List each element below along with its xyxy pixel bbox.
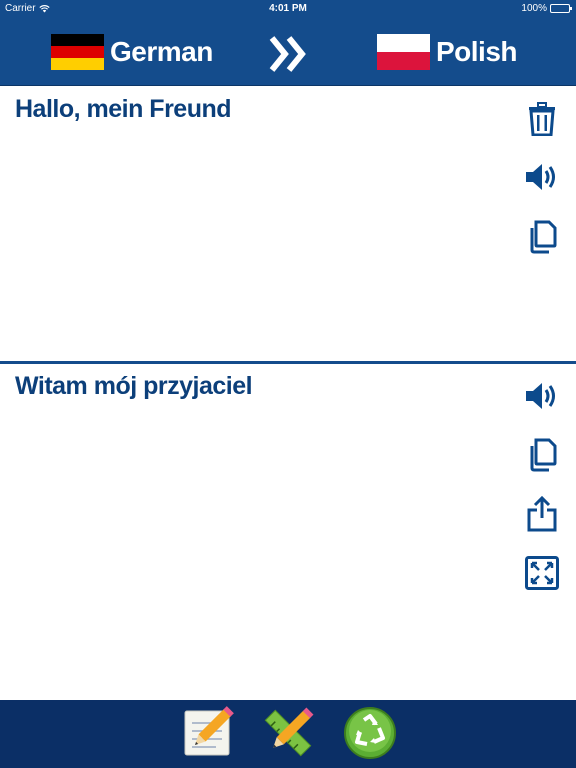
polish-flag-icon — [377, 34, 430, 70]
fullscreen-icon — [525, 556, 559, 590]
speak-target-button[interactable] — [524, 378, 560, 414]
copy-icon — [530, 220, 557, 254]
trash-icon — [529, 102, 555, 136]
speaker-icon — [526, 383, 555, 409]
flag-stripe — [51, 34, 104, 46]
copy-target-button[interactable] — [524, 437, 560, 473]
battery-percent: 100% — [521, 3, 547, 14]
battery-icon — [550, 4, 572, 13]
source-text-panel[interactable]: Hallo, mein Freund — [0, 87, 576, 361]
share-icon — [527, 496, 557, 532]
status-time: 4:01 PM — [269, 3, 307, 14]
source-language-label: German — [110, 36, 213, 67]
delete-button[interactable] — [524, 101, 560, 137]
source-text[interactable]: Hallo, mein Freund — [15, 95, 495, 124]
copy-icon — [530, 438, 557, 472]
bottom-toolbar — [0, 700, 576, 768]
copy-source-button[interactable] — [524, 219, 560, 255]
german-flag-icon — [51, 34, 104, 70]
target-language-selector[interactable]: Polish — [377, 34, 518, 70]
speaker-icon — [526, 164, 555, 190]
speak-source-button[interactable] — [524, 159, 560, 195]
pencil-ruler-icon[interactable] — [261, 706, 315, 760]
source-language-selector[interactable]: German — [51, 34, 213, 70]
target-text-panel[interactable]: Witam mój przyjaciel — [0, 364, 576, 700]
share-button[interactable] — [524, 496, 560, 532]
flag-stripe — [377, 34, 430, 52]
translated-text[interactable]: Witam mój przyjaciel — [15, 372, 495, 401]
fullscreen-button[interactable] — [524, 555, 560, 591]
status-battery: 100% — [521, 3, 572, 14]
flag-stripe — [51, 58, 104, 70]
double-chevron-right-icon[interactable] — [268, 34, 310, 74]
status-bar: Carrier 4:01 PM 100% — [0, 0, 576, 18]
flag-stripe — [51, 46, 104, 58]
language-bar: German Polish — [0, 18, 576, 86]
recycle-icon[interactable] — [343, 706, 397, 760]
target-language-label: Polish — [436, 36, 518, 67]
flag-stripe — [377, 52, 430, 70]
notepad-pencil-icon[interactable] — [180, 706, 234, 760]
